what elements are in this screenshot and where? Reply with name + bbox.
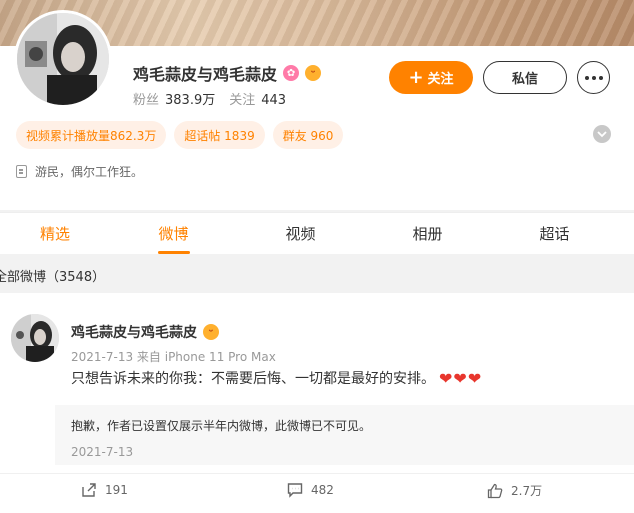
weibo-profile-page: 鸡毛蒜皮与鸡毛蒜皮 ✿ ᵕ 粉丝 383.9万 关注 443 + 关注 私信 视频累… (0, 0, 634, 513)
post-meta: 2021-7-13 来自 iPhone 11 Pro Max (71, 350, 276, 364)
profile-tabs: 精选 微博 视频 相册 超话 (0, 212, 634, 254)
chip-video-plays[interactable]: 视频累计播放量862.3万 (16, 121, 167, 149)
profile-stats: 粉丝 383.9万 关注 443 (133, 89, 286, 108)
emoji-badge-icon[interactable]: ᵕ (203, 324, 219, 340)
more-dots-icon (584, 75, 603, 80)
tab-video[interactable]: 视频 (237, 213, 364, 254)
tab-supertopic[interactable]: 超话 (491, 213, 618, 254)
verified-badge-icon[interactable]: ✿ (283, 65, 300, 81)
message-button[interactable]: 私信 (483, 61, 567, 94)
more-button[interactable] (577, 61, 610, 94)
post-author-name[interactable]: 鸡毛蒜皮与鸡毛蒜皮 (71, 322, 197, 342)
hidden-post-notice: 抱歉，作者已设置仅展示半年内微博，此微博已不可见。 2021-7-13 (55, 405, 634, 465)
profile-card: 鸡毛蒜皮与鸡毛蒜皮 ✿ ᵕ 粉丝 383.9万 关注 443 + 关注 私信 视频累… (0, 10, 634, 210)
notice-text: 抱歉，作者已设置仅展示半年内微博，此微博已不可见。 (71, 419, 372, 433)
post-avatar[interactable] (11, 314, 59, 362)
notice-date: 2021-7-13 (71, 445, 134, 459)
repost-icon (82, 483, 96, 497)
comment-button[interactable]: 482 (287, 482, 334, 498)
expand-chevron-icon[interactable] (593, 125, 611, 143)
follow-button[interactable]: + 关注 (389, 61, 473, 94)
avatar[interactable] (14, 10, 112, 108)
bio-text: 游民，偶尔工作狂。 (35, 165, 144, 179)
emoji-badge-icon[interactable]: ᵕ (305, 65, 322, 81)
thumbs-up-icon (487, 483, 503, 498)
comment-icon (287, 483, 303, 498)
heart-emoji-icon: ❤❤❤ (439, 368, 483, 388)
tab-album[interactable]: 相册 (364, 213, 491, 254)
post-actions: 191 482 2.7万 (0, 473, 634, 501)
following-stat[interactable]: 关注 443 (229, 89, 286, 108)
chip-supertopic-posts[interactable]: 超话帖 1839 (174, 121, 265, 149)
post-card: 鸡毛蒜皮与鸡毛蒜皮 ᵕ 2021-7-13 来自 iPhone 11 Pro M… (0, 293, 634, 513)
fans-stat[interactable]: 粉丝 383.9万 (133, 89, 215, 108)
tab-weibo[interactable]: 微博 (110, 213, 237, 254)
chip-group-fans[interactable]: 群友 960 (272, 121, 344, 149)
profile-chips: 视频累计播放量862.3万 超话帖 1839 群友 960 (16, 121, 344, 149)
profile-name: 鸡毛蒜皮与鸡毛蒜皮 (133, 65, 278, 84)
post-body: 只想告诉未来的你我：不需要后悔、一切都是最好的安排。 (71, 371, 435, 387)
tab-featured[interactable]: 精选 (0, 213, 110, 254)
all-posts-header: 全部微博（3548） (0, 270, 106, 285)
repost-button[interactable]: 191 (81, 482, 128, 498)
plus-icon: + (408, 66, 424, 88)
like-button[interactable]: 2.7万 (487, 482, 542, 499)
post-author-row: 鸡毛蒜皮与鸡毛蒜皮 ᵕ (71, 322, 219, 342)
profile-name-row: 鸡毛蒜皮与鸡毛蒜皮 ✿ ᵕ (133, 61, 322, 85)
post-text: 只想告诉未来的你我：不需要后悔、一切都是最好的安排。 ❤❤❤ (71, 368, 482, 388)
document-icon (16, 165, 27, 178)
bio: 游民，偶尔工作狂。 (16, 163, 143, 180)
